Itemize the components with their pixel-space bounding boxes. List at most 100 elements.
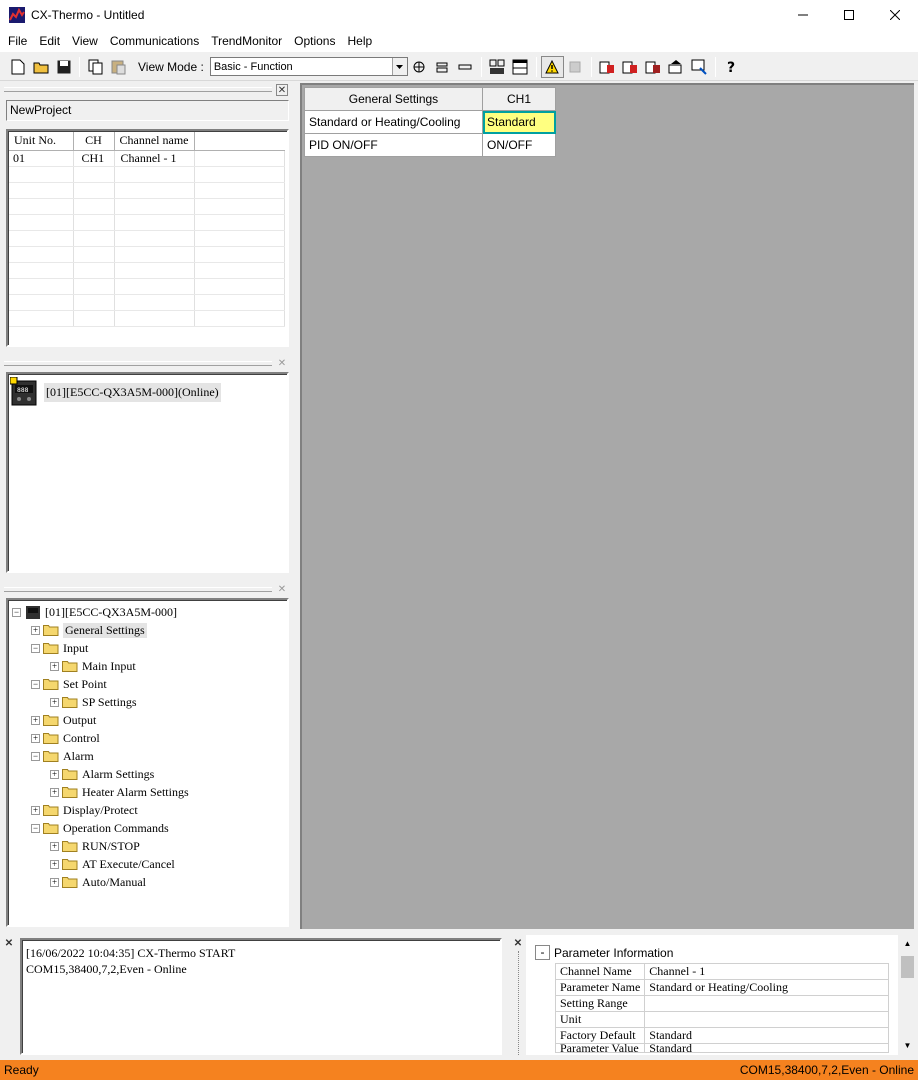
menu-trendmonitor[interactable]: TrendMonitor: [205, 31, 288, 51]
expand-icon[interactable]: +: [31, 805, 40, 815]
tree-item[interactable]: + Auto/Manual: [50, 873, 146, 891]
panel-grip[interactable]: [4, 87, 272, 92]
parameter-value-cell[interactable]: Standard: [482, 110, 556, 134]
chevron-down-icon[interactable]: [391, 58, 407, 75]
parameter-value-cell[interactable]: ON/OFF: [482, 133, 556, 157]
transfer-icon[interactable]: [665, 56, 688, 78]
collapse-icon[interactable]: -: [535, 945, 550, 960]
maximize-button[interactable]: [826, 0, 872, 30]
menu-options[interactable]: Options: [288, 31, 341, 51]
close-icon[interactable]: ✕: [276, 358, 288, 370]
minimize-button[interactable]: [780, 0, 826, 30]
expand-icon[interactable]: +: [50, 697, 59, 707]
upload-icon[interactable]: [596, 56, 619, 78]
close-icon[interactable]: ✕: [276, 84, 288, 96]
tree-item[interactable]: + Output: [31, 711, 96, 729]
disabled-tool-icon[interactable]: [564, 56, 587, 78]
collapse-icon[interactable]: −: [31, 643, 40, 653]
toolbar-separator: [590, 56, 592, 77]
info-label: Channel Name: [554, 963, 646, 980]
close-icon[interactable]: ✕: [276, 584, 288, 596]
tree-item[interactable]: − Set Point: [31, 675, 107, 693]
grid-header-channel[interactable]: CH1: [482, 87, 556, 111]
column-header-channel-name[interactable]: Channel name: [114, 132, 195, 151]
info-row: Factory Default Standard: [554, 1027, 889, 1044]
tree-item[interactable]: + Display/Protect: [31, 801, 138, 819]
window-icon[interactable]: [509, 56, 532, 78]
unit-table: Unit No. CH Channel name 01 CH1 Channel …: [9, 132, 285, 327]
expand-icon[interactable]: +: [31, 715, 40, 725]
collapse-icon[interactable]: −: [31, 679, 40, 689]
open-folder-icon[interactable]: [29, 56, 52, 78]
parameter-info-header[interactable]: - Parameter Information: [535, 945, 673, 960]
insert-row-icon[interactable]: [431, 56, 454, 78]
menu-edit[interactable]: Edit: [33, 31, 66, 51]
table-row: [9, 310, 285, 327]
column-header-blank: [194, 132, 285, 151]
view-mode-select[interactable]: Basic - Function: [209, 57, 408, 76]
expand-icon[interactable]: +: [31, 625, 40, 635]
tree-item[interactable]: − Operation Commands: [31, 819, 169, 837]
scroll-down-icon[interactable]: ▼: [899, 1041, 916, 1055]
tree-item[interactable]: + Control: [31, 729, 100, 747]
warning-icon[interactable]: [540, 55, 564, 78]
panel-grip[interactable]: [4, 587, 272, 592]
table-row: [9, 262, 285, 279]
expand-icon[interactable]: +: [50, 661, 59, 671]
expand-icon[interactable]: +: [31, 733, 40, 743]
vertical-scrollbar[interactable]: ▲ ▼: [899, 939, 916, 1055]
collapse-icon[interactable]: −: [31, 751, 40, 761]
column-header-ch[interactable]: CH: [73, 132, 115, 151]
verify-icon[interactable]: [642, 56, 665, 78]
remove-icon[interactable]: [454, 56, 477, 78]
panel-divider: [518, 951, 519, 1055]
table-row[interactable]: 01 CH1 Channel - 1: [9, 150, 285, 167]
expand-icon[interactable]: +: [50, 841, 59, 851]
expand-icon[interactable]: +: [50, 877, 59, 887]
save-icon[interactable]: [52, 56, 75, 78]
scroll-thumb[interactable]: [901, 956, 914, 978]
menu-view[interactable]: View: [66, 31, 104, 51]
menu-file[interactable]: File: [2, 31, 33, 51]
tree-item[interactable]: + Heater Alarm Settings: [50, 783, 189, 801]
column-header-unit-no[interactable]: Unit No.: [9, 132, 74, 151]
tree-item[interactable]: + RUN/STOP: [50, 837, 140, 855]
help-icon[interactable]: ?: [720, 56, 743, 78]
new-file-icon[interactable]: [6, 56, 29, 78]
monitor-icon[interactable]: [688, 56, 711, 78]
tree-item[interactable]: + Main Input: [50, 657, 136, 675]
tree-item[interactable]: − Input: [31, 639, 88, 657]
paste-icon[interactable]: [107, 56, 130, 78]
status-text: Ready: [4, 1063, 39, 1077]
close-icon[interactable]: ✕: [512, 938, 524, 950]
close-button[interactable]: [872, 0, 918, 30]
view-mode-value: Basic - Function: [213, 60, 293, 73]
close-icon[interactable]: ✕: [3, 938, 15, 950]
collapse-icon[interactable]: −: [31, 823, 40, 833]
menu-help[interactable]: Help: [341, 31, 378, 51]
tree-item-label: General Settings: [63, 622, 147, 638]
menu-communications[interactable]: Communications: [104, 31, 205, 51]
panel-grip[interactable]: [4, 361, 272, 366]
collapse-icon[interactable]: −: [12, 607, 21, 617]
folder-icon: [62, 858, 78, 870]
add-icon[interactable]: [408, 56, 431, 78]
device-item[interactable]: 888 [01][E5CC-QX3A5M-000](Online): [9, 376, 221, 407]
tree-item[interactable]: − Alarm: [31, 747, 94, 765]
menu-bar: File Edit View Communications TrendMonit…: [0, 30, 918, 52]
tree-item[interactable]: + General Settings: [31, 621, 147, 639]
log-panel: ✕ [16/06/2022 10:04:35] CX-Thermo START …: [0, 933, 506, 1057]
tree-root-label: [01][E5CC-QX3A5M-000]: [45, 604, 177, 619]
expand-icon[interactable]: +: [50, 769, 59, 779]
compare-icon[interactable]: [486, 56, 509, 78]
download-icon[interactable]: [619, 56, 642, 78]
tree-item[interactable]: + Alarm Settings: [50, 765, 154, 783]
info-row: Parameter Name Standard or Heating/Coolin…: [554, 979, 889, 996]
scroll-up-icon[interactable]: ▲: [899, 939, 916, 953]
tree-item[interactable]: + AT Execute/Cancel: [50, 855, 175, 873]
tree-item[interactable]: + SP Settings: [50, 693, 137, 711]
expand-icon[interactable]: +: [50, 787, 59, 797]
tree-root[interactable]: − [01][E5CC-QX3A5M-000]: [12, 603, 177, 621]
expand-icon[interactable]: +: [50, 859, 59, 869]
copy-icon[interactable]: [84, 56, 107, 78]
